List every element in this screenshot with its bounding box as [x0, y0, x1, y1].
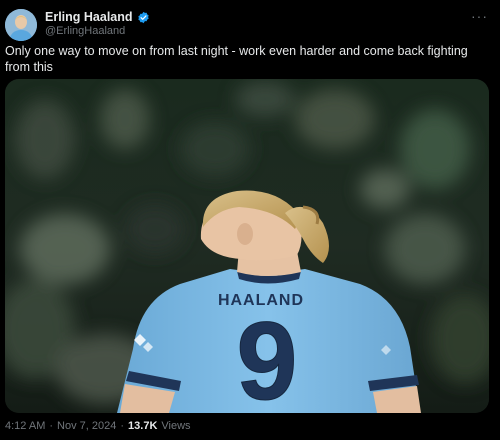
- tweet-media-image[interactable]: HAALAND 9: [5, 79, 489, 413]
- tweet: Erling Haaland @ErlingHaaland ··· Only o…: [0, 0, 500, 440]
- views-count: 13.7K: [128, 420, 158, 432]
- avatar[interactable]: [5, 9, 37, 41]
- tweet-meta: 4:12 AM · Nov 7, 2024 · 13.7K Views: [5, 420, 191, 432]
- more-options-icon[interactable]: ···: [471, 8, 488, 24]
- meta-separator: ·: [120, 420, 125, 432]
- tweet-text: Only one way to move on from last night …: [5, 44, 468, 74]
- jersey-number: 9: [236, 300, 297, 413]
- verified-badge-icon: [137, 11, 150, 24]
- meta-separator: ·: [49, 420, 54, 432]
- views-label: Views: [161, 420, 191, 432]
- author-name-row: Erling Haaland: [45, 10, 150, 24]
- tweet-time[interactable]: 4:12 AM: [5, 420, 45, 432]
- author-handle[interactable]: @ErlingHaaland: [45, 25, 125, 37]
- tweet-date[interactable]: Nov 7, 2024: [57, 420, 116, 432]
- author-display-name[interactable]: Erling Haaland: [45, 10, 133, 24]
